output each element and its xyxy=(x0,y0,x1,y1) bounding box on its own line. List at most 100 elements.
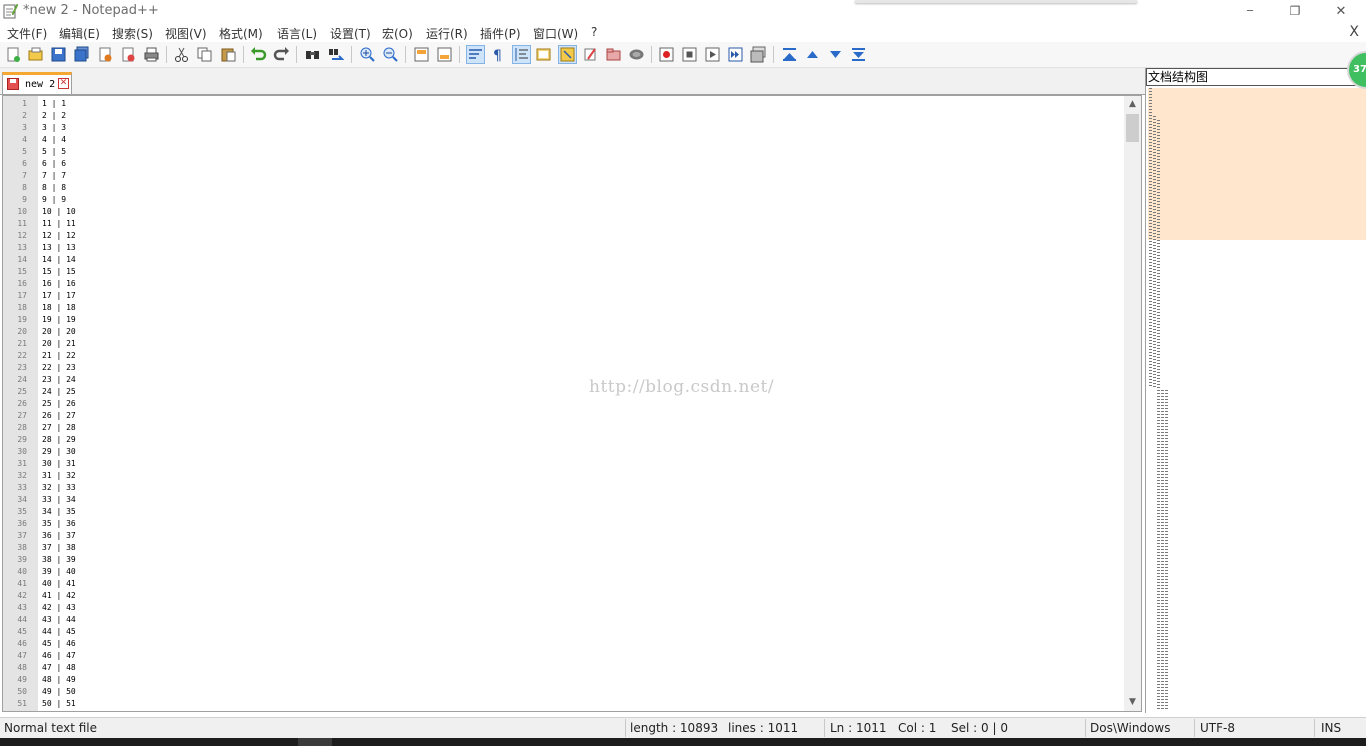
editor-line[interactable]: 2 2 | 2 xyxy=(3,110,1103,122)
new-file-icon[interactable] xyxy=(5,46,22,63)
window-close-button[interactable]: ✕ xyxy=(1318,0,1364,22)
menu-settings[interactable]: 设置(T) xyxy=(330,25,371,42)
redo-icon[interactable] xyxy=(273,46,290,63)
editor-line[interactable]: 42 41 | 42 xyxy=(3,590,1103,602)
editor-line[interactable]: 34 33 | 34 xyxy=(3,494,1103,506)
document-map-panel[interactable]: 文档结构图 xyxy=(1145,68,1366,713)
save-icon[interactable] xyxy=(50,46,67,63)
editor-line[interactable]: 13 13 | 13 xyxy=(3,242,1103,254)
doc-map-icon[interactable] xyxy=(535,46,552,63)
editor-line[interactable]: 32 31 | 32 xyxy=(3,470,1103,482)
editor-line[interactable]: 50 49 | 50 xyxy=(3,686,1103,698)
editor-line[interactable]: 21 20 | 21 xyxy=(3,338,1103,350)
editor-line[interactable]: 31 30 | 31 xyxy=(3,458,1103,470)
menu-plugins[interactable]: 插件(P) xyxy=(480,25,521,42)
editor-line[interactable]: 43 42 | 43 xyxy=(3,602,1103,614)
eye-icon[interactable] xyxy=(628,46,645,63)
find-icon[interactable] xyxy=(304,46,321,63)
scrollbar-thumb[interactable] xyxy=(1126,114,1139,142)
editor-line[interactable]: 24 23 | 24 xyxy=(3,374,1103,386)
editor-line[interactable]: 5 5 | 5 xyxy=(3,146,1103,158)
editor-line[interactable]: 49 48 | 49 xyxy=(3,674,1103,686)
show-all-chars-icon[interactable]: ¶ xyxy=(489,46,506,63)
editor-line[interactable]: 36 35 | 36 xyxy=(3,518,1103,530)
editor-line[interactable]: 15 15 | 15 xyxy=(3,266,1103,278)
restore-button[interactable]: ❐ xyxy=(1272,0,1318,22)
minimize-button[interactable]: ─ xyxy=(1227,0,1273,22)
editor-line[interactable]: 38 37 | 38 xyxy=(3,542,1103,554)
menu-file[interactable]: 文件(F) xyxy=(7,25,47,42)
menu-run[interactable]: 运行(R) xyxy=(426,25,468,42)
menu-format[interactable]: 格式(M) xyxy=(219,25,263,42)
tab-close-icon[interactable]: ✕ xyxy=(58,78,69,89)
word-wrap-icon[interactable] xyxy=(466,45,485,64)
editor-line[interactable]: 44 43 | 44 xyxy=(3,614,1103,626)
editor-line[interactable]: 28 27 | 28 xyxy=(3,422,1103,434)
status-eol[interactable]: Dos\Windows xyxy=(1090,721,1170,735)
menu-window[interactable]: 窗口(W) xyxy=(533,25,578,42)
editor-line[interactable]: 45 44 | 45 xyxy=(3,626,1103,638)
editor-line[interactable]: 40 39 | 40 xyxy=(3,566,1103,578)
close-all-icon[interactable] xyxy=(120,46,137,63)
editor-line[interactable]: 47 46 | 47 xyxy=(3,650,1103,662)
editor-line[interactable]: 25 24 | 25 xyxy=(3,386,1103,398)
record-macro-icon[interactable] xyxy=(658,46,675,63)
document-map-viewport[interactable] xyxy=(1148,88,1366,240)
sync-horizontal-icon[interactable] xyxy=(436,46,453,63)
editor-line[interactable]: 22 21 | 22 xyxy=(3,350,1103,362)
text-area[interactable]: 11 | 122 | 233 | 344 | 455 | 566 | 677 |… xyxy=(3,98,1103,710)
editor-line[interactable]: 35 34 | 35 xyxy=(3,506,1103,518)
editor-line[interactable]: 48 47 | 48 xyxy=(3,662,1103,674)
editor-line[interactable]: 20 20 | 20 xyxy=(3,326,1103,338)
editor-line[interactable]: 11 11 | 11 xyxy=(3,218,1103,230)
next-icon[interactable] xyxy=(827,46,844,63)
editor-line[interactable]: 10 10 | 10 xyxy=(3,206,1103,218)
menu-language[interactable]: 语言(L) xyxy=(277,25,317,42)
indent-guide-icon[interactable] xyxy=(512,45,531,64)
editor-line[interactable]: 27 26 | 27 xyxy=(3,410,1103,422)
tab-new-2[interactable]: new 2 ✕ xyxy=(2,72,72,94)
zoom-out-icon[interactable] xyxy=(382,46,399,63)
editor-line[interactable]: 7 7 | 7 xyxy=(3,170,1103,182)
editor-line[interactable]: 8 8 | 8 xyxy=(3,182,1103,194)
editor-line[interactable]: 14 14 | 14 xyxy=(3,254,1103,266)
status-encoding[interactable]: UTF-8 xyxy=(1200,721,1235,735)
status-insert-mode[interactable]: INS xyxy=(1321,721,1341,735)
editor-line[interactable]: 1 1 | 1 xyxy=(3,98,1103,110)
cut-icon[interactable] xyxy=(173,46,190,63)
menu-help[interactable]: ? xyxy=(591,25,597,39)
menu-search[interactable]: 搜索(S) xyxy=(112,25,153,42)
close-document-button[interactable]: X xyxy=(1349,24,1359,40)
save-all-icon[interactable] xyxy=(73,46,90,63)
copy-icon[interactable] xyxy=(196,46,213,63)
editor-line[interactable]: 33 32 | 33 xyxy=(3,482,1103,494)
editor-line[interactable]: 3 3 | 3 xyxy=(3,122,1103,134)
editor-line[interactable]: 51 50 | 51 xyxy=(3,698,1103,710)
menu-edit[interactable]: 编辑(E) xyxy=(59,25,100,42)
monitor-icon[interactable] xyxy=(605,46,622,63)
editor-line[interactable]: 9 9 | 9 xyxy=(3,194,1103,206)
vertical-scrollbar[interactable]: ▲ ▼ xyxy=(1124,96,1141,711)
play-macro-icon[interactable] xyxy=(704,46,721,63)
prev-icon[interactable] xyxy=(804,46,821,63)
editor-line[interactable]: 16 16 | 16 xyxy=(3,278,1103,290)
folder-workspace-icon[interactable] xyxy=(582,46,599,63)
menu-view[interactable]: 视图(V) xyxy=(165,25,207,42)
editor-pane[interactable]: 11 | 122 | 233 | 344 | 455 | 566 | 677 |… xyxy=(2,95,1142,712)
editor-line[interactable]: 23 22 | 23 xyxy=(3,362,1103,374)
editor-line[interactable]: 19 19 | 19 xyxy=(3,314,1103,326)
editor-line[interactable]: 26 25 | 26 xyxy=(3,398,1103,410)
stop-macro-icon[interactable] xyxy=(681,46,698,63)
editor-line[interactable]: 4 4 | 4 xyxy=(3,134,1103,146)
save-macro-icon[interactable] xyxy=(750,46,767,63)
editor-line[interactable]: 39 38 | 39 xyxy=(3,554,1103,566)
replace-icon[interactable] xyxy=(327,46,344,63)
run-macro-multiple-icon[interactable] xyxy=(727,46,744,63)
scroll-up-icon[interactable]: ▲ xyxy=(1127,99,1138,110)
editor-line[interactable]: 6 6 | 6 xyxy=(3,158,1103,170)
editor-line[interactable]: 12 12 | 12 xyxy=(3,230,1103,242)
editor-line[interactable]: 17 17 | 17 xyxy=(3,290,1103,302)
expand-icon[interactable] xyxy=(850,46,867,63)
editor-line[interactable]: 41 40 | 41 xyxy=(3,578,1103,590)
sync-vertical-icon[interactable] xyxy=(413,46,430,63)
